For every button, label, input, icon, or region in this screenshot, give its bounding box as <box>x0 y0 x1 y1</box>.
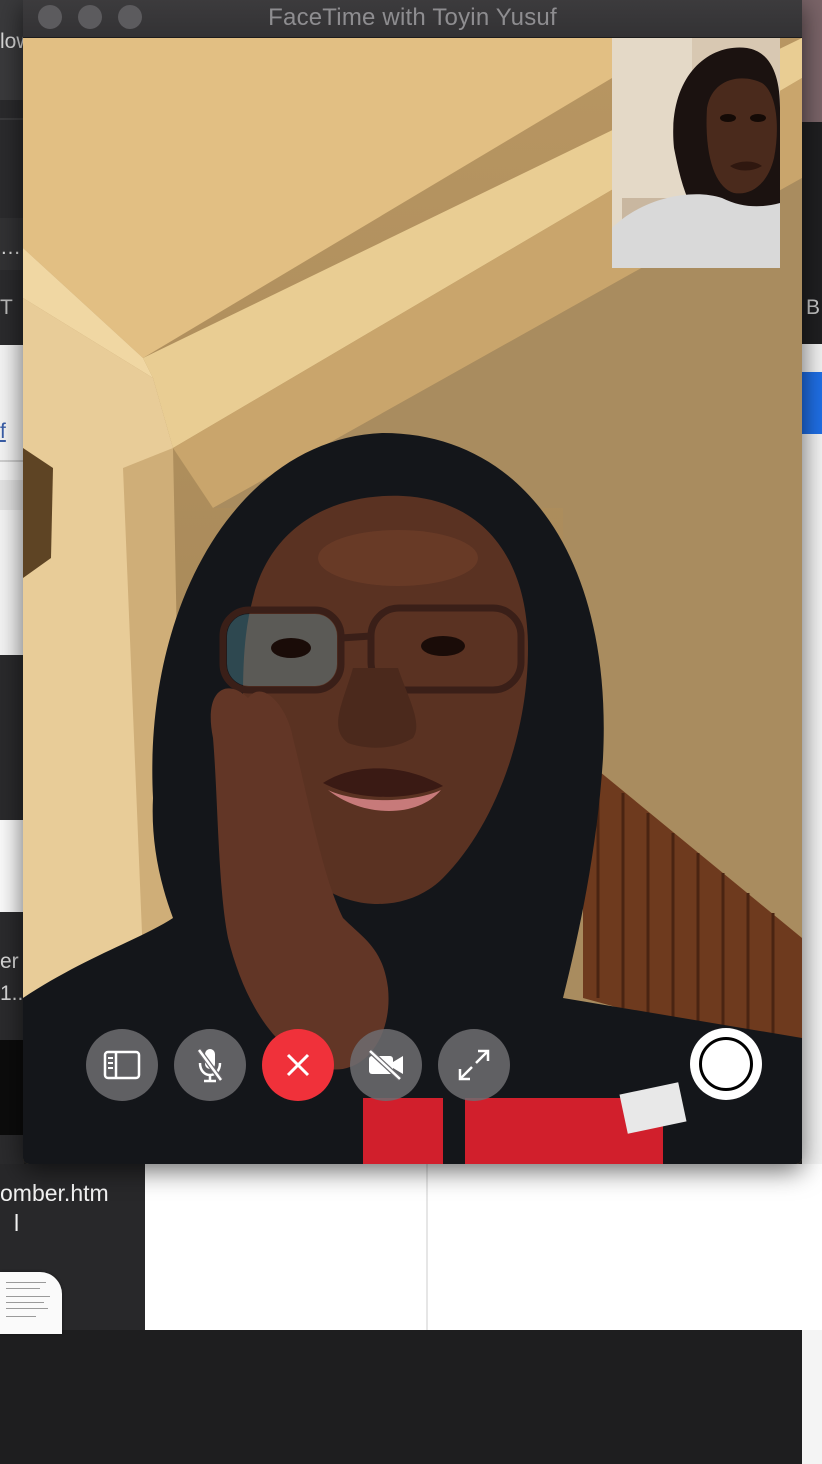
expand-arrows-icon <box>458 1049 490 1081</box>
window-title: FaceTime with Toyin Yusuf <box>268 4 557 31</box>
self-view-preview[interactable] <box>612 38 780 268</box>
file-name[interactable]: omber.htm <box>0 1180 109 1207</box>
sidebar-toggle-button[interactable] <box>86 1029 158 1101</box>
record-button[interactable] <box>690 1028 762 1100</box>
sidebar-icon <box>103 1050 141 1080</box>
title-bar[interactable]: FaceTime with Toyin Yusuf <box>23 0 802 38</box>
background-fragment-text: … <box>0 236 21 259</box>
camera-toggle-button[interactable] <box>350 1029 422 1101</box>
background-desktop-right: B <box>802 0 822 1464</box>
background-fragment-text: f <box>0 420 6 443</box>
background-fragment-text: 1.. <box>0 982 24 1005</box>
facetime-window: FaceTime with Toyin Yusuf <box>23 0 802 1164</box>
end-call-button[interactable] <box>262 1029 334 1101</box>
fullscreen-button[interactable] <box>438 1029 510 1101</box>
video-camera-slash-icon <box>368 1049 403 1081</box>
record-icon <box>699 1037 753 1091</box>
close-icon <box>286 1053 310 1077</box>
background-fragment-text: low <box>0 30 24 53</box>
microphone-slash-icon <box>196 1048 224 1083</box>
background-desktop-left: low … T f er 1.. <box>0 0 24 1330</box>
finder-sidebar: omber.htm l <box>0 1164 145 1334</box>
document-thumbnail[interactable] <box>0 1272 62 1334</box>
file-name-continued: l <box>14 1210 20 1236</box>
background-fragment-text: T <box>0 296 13 319</box>
background-fragment-text: B <box>806 296 821 319</box>
self-view-image <box>612 38 780 268</box>
background-fragment-text: er <box>0 950 19 973</box>
background-finder-area: omber.htm l <box>0 1164 822 1334</box>
column-divider <box>426 1164 428 1330</box>
mute-button[interactable] <box>174 1029 246 1101</box>
